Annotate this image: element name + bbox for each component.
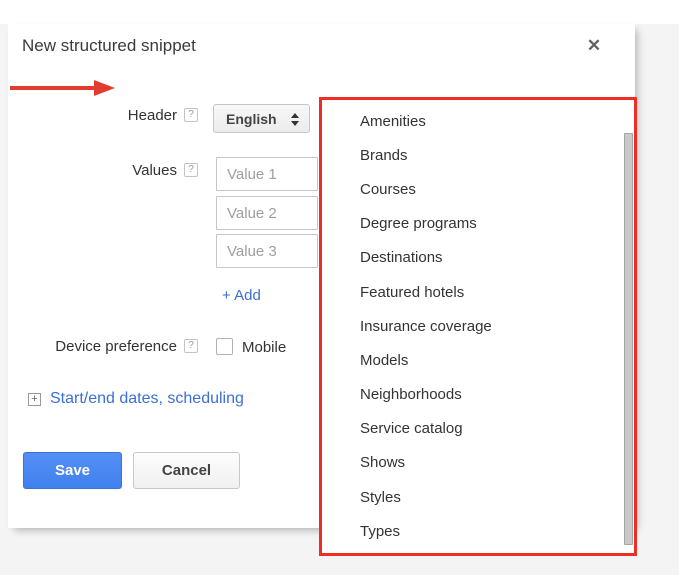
page-background	[0, 0, 679, 24]
value-2-input[interactable]	[216, 196, 318, 230]
mobile-checkbox-label: Mobile	[242, 339, 286, 356]
header-options-dropdown: Amenities Brands Courses Degree programs…	[319, 97, 637, 556]
list-item[interactable]: Styles	[322, 480, 634, 514]
list-item[interactable]: Brands	[322, 138, 634, 172]
add-value-link[interactable]: + Add	[222, 287, 261, 304]
cancel-button[interactable]: Cancel	[133, 452, 240, 489]
value-1-input[interactable]	[216, 157, 318, 191]
list-item[interactable]: Types	[322, 514, 634, 548]
list-item[interactable]: Destinations	[322, 241, 634, 275]
sort-arrows-icon	[291, 112, 300, 127]
list-item[interactable]: Insurance coverage	[322, 309, 634, 343]
close-icon[interactable]: ✕	[582, 34, 606, 58]
list-item[interactable]: Neighborhoods	[322, 378, 634, 412]
values-help-icon[interactable]: ?	[184, 163, 198, 177]
page: New structured snippet ✕ Header ? Englis…	[0, 0, 679, 575]
device-help-icon[interactable]: ?	[184, 339, 198, 353]
header-options-list: Amenities Brands Courses Degree programs…	[322, 100, 634, 548]
list-item[interactable]: Shows	[322, 446, 634, 480]
list-item[interactable]: Amenities	[322, 104, 634, 138]
annotation-arrow-icon	[8, 78, 118, 98]
device-preference-label: Device preference	[8, 339, 177, 355]
language-select[interactable]: English	[213, 104, 310, 133]
list-item[interactable]: Degree programs	[322, 207, 634, 241]
scheduling-link[interactable]: Start/end dates, scheduling	[50, 390, 244, 408]
list-item[interactable]: Service catalog	[322, 412, 634, 446]
mobile-checkbox[interactable]	[216, 338, 233, 355]
save-button[interactable]: Save	[23, 452, 122, 489]
value-3-input[interactable]	[216, 234, 318, 268]
dialog-title: New structured snippet	[22, 36, 196, 56]
list-item[interactable]: Featured hotels	[322, 275, 634, 309]
list-item[interactable]: Models	[322, 343, 634, 377]
scrollbar-thumb[interactable]	[624, 133, 633, 545]
language-select-value: English	[226, 111, 277, 127]
values-label: Values	[8, 163, 177, 179]
header-help-icon[interactable]: ?	[184, 108, 198, 122]
list-item[interactable]: Courses	[322, 172, 634, 206]
expand-plus-icon[interactable]: +	[28, 393, 41, 406]
header-label: Header	[8, 108, 177, 124]
